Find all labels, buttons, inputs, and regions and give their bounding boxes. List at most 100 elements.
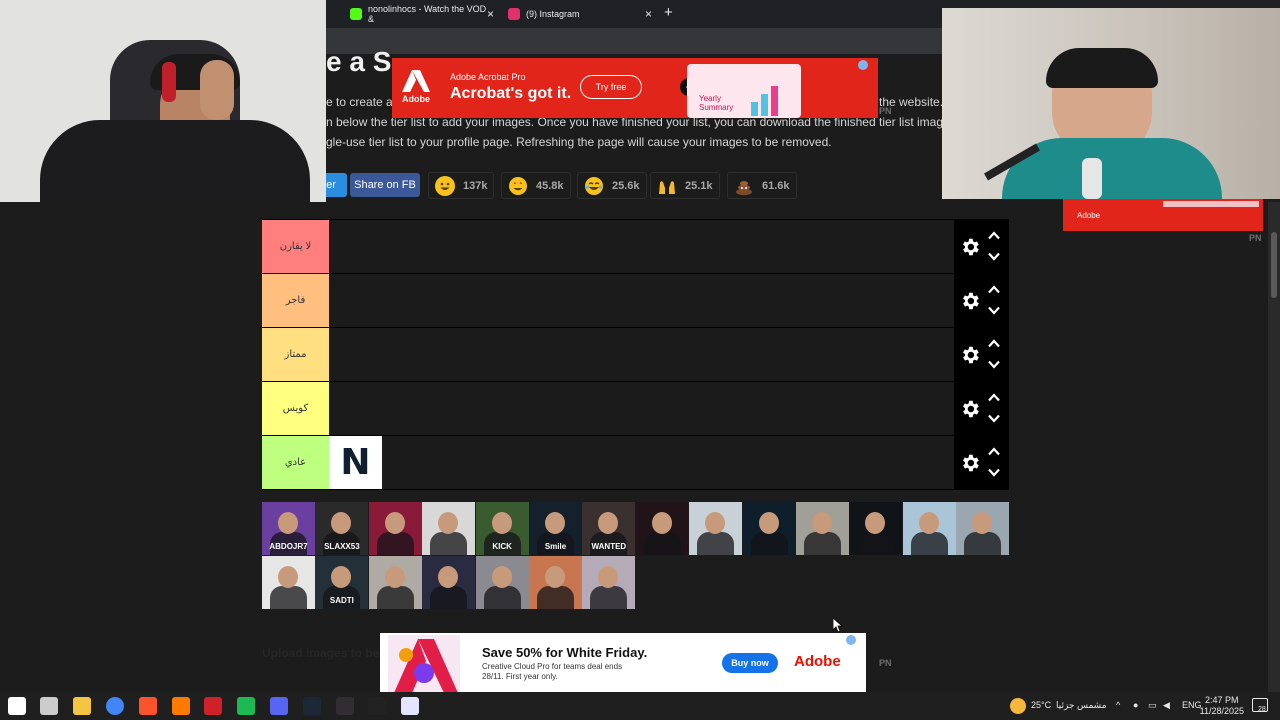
pool-image[interactable]: WANTED [582, 502, 636, 555]
pool-image[interactable] [368, 556, 422, 609]
spotify-icon[interactable] [237, 697, 255, 715]
page-title: e a S [326, 46, 392, 77]
tab-instagram[interactable]: (9) Instagram × [508, 2, 652, 26]
tier-label[interactable]: ممتاز [262, 328, 329, 381]
microphone-icon[interactable]: ● [1133, 700, 1138, 710]
move-down-icon[interactable] [988, 306, 1000, 315]
weather-temp: 25°C [1031, 700, 1052, 710]
pool-image[interactable] [849, 502, 903, 555]
move-down-icon[interactable] [988, 360, 1000, 369]
share-facebook-button[interactable]: Share on FB [350, 173, 420, 197]
tier-label[interactable]: كويس [262, 382, 329, 435]
pool-image[interactable] [529, 556, 582, 609]
gear-icon[interactable] [959, 236, 981, 258]
pool-image[interactable] [902, 502, 956, 555]
reaction-count: 45.8k [536, 179, 564, 192]
move-up-icon[interactable] [988, 231, 1000, 240]
pool-image[interactable]: Smile [529, 502, 582, 555]
adchoices-icon[interactable] [846, 635, 856, 645]
gear-icon[interactable] [959, 398, 981, 420]
app-orange-icon[interactable] [172, 697, 190, 715]
volume-icon[interactable]: ◀ [1163, 700, 1170, 711]
task-view-icon[interactable] [40, 697, 58, 715]
pool-image[interactable] [262, 556, 315, 609]
move-up-icon[interactable] [988, 447, 1000, 456]
pool-image[interactable]: SADTI [315, 556, 369, 609]
move-up-icon[interactable] [988, 339, 1000, 348]
clock[interactable]: 2:47 PM 11/28/2025 [1200, 695, 1244, 717]
tab-kick-vod[interactable]: nonolinhocs - Watch the VOD & × [350, 2, 494, 26]
ad-banner-bottom[interactable]: Save 50% for White Friday. Creative Clou… [380, 633, 866, 693]
steam-icon[interactable] [303, 697, 321, 715]
page-description-line-1: e to create a s [326, 95, 403, 109]
file-explorer-icon[interactable] [73, 697, 91, 715]
tier-controls [954, 220, 1009, 273]
page-description-line-3: gle-use tier list to your profile page. … [326, 135, 832, 149]
move-down-icon[interactable] [988, 252, 1000, 261]
adchoices-icon[interactable] [858, 60, 868, 70]
pool-image[interactable] [635, 502, 689, 555]
pool-image[interactable] [582, 556, 636, 609]
tier-item-logo[interactable]: N [329, 436, 382, 489]
gear-icon[interactable] [959, 290, 981, 312]
tier-drop-zone[interactable]: N [329, 436, 954, 489]
pool-image[interactable] [742, 502, 796, 555]
tier-label[interactable]: فاجر [262, 274, 329, 327]
capcut-icon[interactable] [368, 697, 386, 715]
webcam-overlay-left [0, 0, 326, 202]
chrome-icon[interactable] [106, 697, 124, 715]
gear-icon[interactable] [959, 344, 981, 366]
pool-image[interactable] [689, 502, 743, 555]
clock-time: 2:47 PM [1205, 695, 1239, 705]
obs-icon[interactable] [336, 697, 354, 715]
gear-icon[interactable] [959, 452, 981, 474]
close-icon[interactable]: × [645, 7, 652, 21]
close-icon[interactable]: × [487, 7, 494, 21]
new-tab-button[interactable]: + [664, 4, 673, 21]
brave-icon[interactable] [139, 697, 157, 715]
ad-try-free-button[interactable]: Try free [580, 75, 642, 99]
pool-image[interactable] [956, 502, 1010, 555]
pool-image-head [651, 512, 672, 534]
language-indicator[interactable]: ENG [1182, 700, 1202, 710]
pool-image[interactable] [796, 502, 849, 555]
windows-icon[interactable] [8, 697, 26, 715]
ad-artwork [388, 635, 460, 693]
move-down-icon[interactable] [988, 414, 1000, 423]
tier-drop-zone[interactable] [329, 274, 954, 327]
pool-image-head [438, 512, 459, 534]
app-ring-icon[interactable] [401, 697, 419, 715]
tier-drop-zone[interactable] [329, 328, 954, 381]
move-up-icon[interactable] [988, 393, 1000, 402]
pool-image[interactable] [422, 502, 476, 555]
chevron-up-icon[interactable]: ^ [1116, 700, 1120, 710]
tier-label[interactable]: عادي [262, 436, 329, 489]
pool-image-head [598, 512, 619, 534]
reaction-poo[interactable]: 61.6k [727, 172, 797, 199]
scroll-thumb[interactable] [1271, 232, 1277, 298]
network-icon[interactable]: ▭ [1148, 700, 1157, 711]
move-up-icon[interactable] [988, 285, 1000, 294]
ad-banner-top[interactable]: Adobe Adobe Acrobat Pro Acrobat's got it… [392, 58, 878, 118]
ad-buy-now-button[interactable]: Buy now [722, 653, 778, 673]
reaction-laughing[interactable]: 25.6k [577, 172, 647, 199]
page-scrollbar[interactable] [1268, 202, 1280, 692]
pool-image[interactable] [422, 556, 476, 609]
ad-banner-right[interactable]: Adobe [1063, 199, 1263, 231]
chart-bars-icon [751, 84, 781, 116]
tier-drop-zone[interactable] [329, 220, 954, 273]
reaction-raised-hands[interactable]: 25.1k [650, 172, 720, 199]
app-red-icon[interactable] [204, 697, 222, 715]
pool-image[interactable] [475, 556, 529, 609]
pool-image[interactable]: SLAXX53 [315, 502, 369, 555]
tier-drop-zone[interactable] [329, 382, 954, 435]
move-down-icon[interactable] [988, 468, 1000, 477]
pool-image[interactable] [368, 502, 422, 555]
tier-label[interactable]: لا يقارن [262, 220, 329, 273]
discord-icon[interactable] [270, 697, 288, 715]
pool-image[interactable]: ABDOJR7 [262, 502, 315, 555]
pool-image[interactable]: KICK [475, 502, 529, 555]
pool-image-caption: SADTI [329, 596, 354, 605]
reaction-grinning[interactable]: 137k [428, 172, 495, 199]
reaction-star-struck[interactable]: 45.8k [501, 172, 571, 199]
